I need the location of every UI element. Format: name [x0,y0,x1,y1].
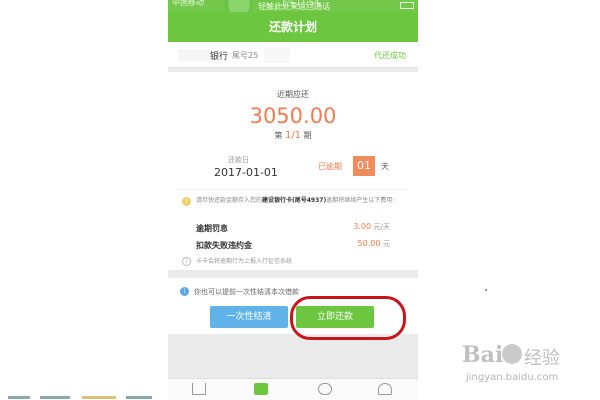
day-unit-label: 天 [381,162,389,171]
penalty-amount: 3.00 [353,222,372,231]
recent-due-label: 近期应还 [277,90,309,99]
tab-bar [168,378,418,400]
notice-card: 建设银行卡(尾号4937) [262,197,327,204]
caption-segment [40,396,70,399]
watermark-logo: Bai [462,342,504,368]
screenshot-stage: 中国移动 上午11:54 轻触此处来返回通话 还款计划 银行 尾号25 代还成功… [0,0,600,400]
deduction-fail-label: 扣款失败违约金 [196,241,252,250]
bank-name-label: 银行 [210,52,229,62]
overdue-notice: 请尽快还款金额存入您的建设银行卡(尾号4937)逾期将继续产生以下费用: [196,196,408,206]
redacted-card-number [264,47,290,63]
watermark-url: jingyan.baidu.com [466,372,559,383]
status-badge: 代还成功 [374,51,406,60]
period-prefix: 第 [274,131,283,140]
redacted-bank-name [178,49,212,61]
period-value: 1/1 [284,130,302,141]
fail-amount: 50.00 [357,239,381,248]
phone-screen: 中国移动 上午11:54 轻触此处来返回通话 还款计划 银行 尾号25 代还成功… [168,0,418,400]
notice-text-before: 请尽快还款金额存入您的 [196,197,263,204]
period-suffix: 期 [303,131,312,140]
watermark: Bai 经验 jingyan.baidu.com [452,340,592,396]
battery-icon [400,2,414,9]
card-tail-label: 尾号25 [232,51,259,60]
profile-icon[interactable] [378,383,392,395]
settle-all-button[interactable]: 一次性结清 [210,306,288,328]
overdue-days-badge: 01 [353,156,375,176]
notice-text-after: 逾期将继续产生以下费用: [326,197,395,204]
caption-strip [0,394,168,400]
handshake-icon[interactable] [318,383,332,395]
caption-segment [126,396,152,399]
early-settle-note: 你也可以提前一次性结清本次借款 [194,288,299,296]
penalty-value: 3.00 元/天 [353,222,390,232]
penalty-unit: 元/天 [373,223,390,231]
plan-icon[interactable] [254,383,268,395]
overdue-label: 已逾期 [318,162,342,171]
period-indicator: 第 1/1 期 [168,130,418,141]
stray-dot [485,289,487,291]
annotation-circle [290,296,406,340]
bank-card-row: 银行 尾号25 代还成功 [168,42,418,68]
divider [178,189,408,190]
info-icon: i [180,287,189,296]
watermark-cn: 经验 [524,348,560,369]
deduction-fail-value: 50.00 元 [358,239,390,249]
due-date-label: 还款日 [228,156,249,164]
info-icon: i [182,257,191,266]
status-bar: 中国移动 上午11:54 轻触此处来返回通话 [168,0,418,16]
amount-due: 3050.00 [249,104,337,128]
caption-segment [82,396,116,399]
penalty-label: 逾期罚息 [196,224,228,233]
fail-unit: 元 [383,240,390,248]
credit-report-note: 卡卡会将逾期行为上报入行征信系统 [196,258,293,265]
paw-icon [502,344,522,364]
due-date-value: 2017-01-01 [214,166,278,179]
home-icon[interactable] [192,383,206,395]
warning-icon: ! [182,197,191,206]
page-title: 还款计划 [168,12,418,42]
repayment-card: 近期应还 3050.00 第 1/1 期 还款日 2017-01-01 已逾期 … [168,72,418,270]
carrier-label: 中国移动 [172,0,204,7]
caption-segment [8,396,30,399]
